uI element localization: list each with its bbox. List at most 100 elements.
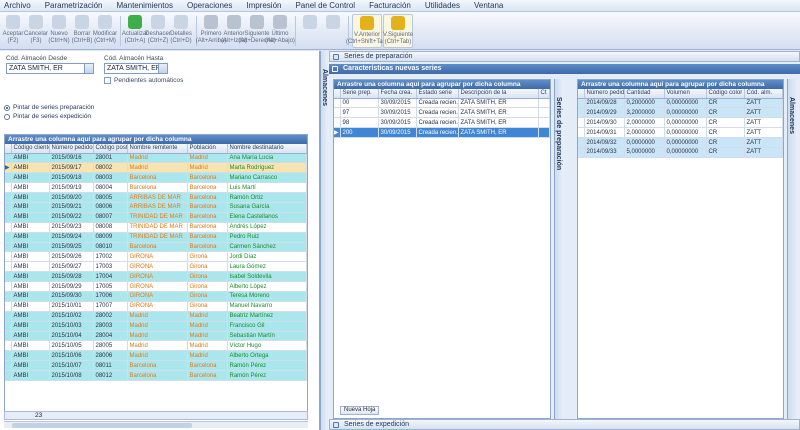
table-cell[interactable]: ZATT: [744, 137, 783, 148]
table-cell[interactable]: ZATT: [744, 107, 783, 119]
table-cell[interactable]: AMBI: [11, 281, 50, 292]
table-cell[interactable]: [538, 98, 550, 109]
table-cell[interactable]: Barcelona: [187, 182, 228, 194]
table-cell[interactable]: Madrid: [187, 321, 228, 332]
table-cell[interactable]: CR: [706, 127, 745, 139]
table-cell[interactable]: CR: [706, 98, 745, 109]
table-cell[interactable]: Isabel Soldevila: [227, 271, 307, 283]
table-cell[interactable]: 2015/09/24: [49, 232, 94, 243]
series-preparacion-header[interactable]: Series de preparación: [329, 51, 800, 62]
table-cell[interactable]: Madrid: [127, 153, 188, 164]
table-cell[interactable]: 97: [340, 107, 379, 119]
expand-icon[interactable]: [333, 422, 339, 428]
table-cell[interactable]: Madrid: [127, 350, 188, 362]
menu-item[interactable]: Ventana: [474, 1, 503, 10]
table-cell[interactable]: GIRONA: [127, 281, 188, 292]
table-row[interactable]: 98 30/09/2015 Creada recien. ZATA SMITH, ER: [334, 117, 550, 129]
table-cell[interactable]: GIRONA: [127, 271, 188, 283]
chevron-down-icon[interactable]: [84, 64, 93, 73]
table-cell[interactable]: Barcelona: [187, 232, 228, 243]
table-cell[interactable]: Elena Castellanos: [227, 212, 307, 223]
table-cell[interactable]: Luis Martí: [227, 182, 307, 194]
table-cell[interactable]: Marta Rodríguez: [227, 162, 307, 174]
table-cell[interactable]: 08012: [93, 370, 128, 381]
table-cell[interactable]: 2,0000000: [624, 127, 665, 139]
table-cell[interactable]: 0,00000000: [664, 117, 707, 129]
table-cell[interactable]: AMBI: [11, 232, 50, 243]
table-cell[interactable]: 2015/10/05: [49, 340, 94, 352]
table-cell[interactable]: 08007: [93, 212, 128, 223]
table-cell[interactable]: ZATA SMITH, ER: [458, 117, 539, 129]
table-cell[interactable]: Barcelona: [187, 222, 228, 233]
table-cell[interactable]: AMBI: [11, 212, 50, 223]
toolbar-button[interactable]: Detalles (Ctrl+D): [170, 14, 192, 48]
table-row[interactable]: 2014/09/32 0,0000000 0,00000000 CR ZATT: [578, 137, 783, 148]
table-row[interactable]: AMBI 2015/09/19 08004 Barcelona Barcelona Lui…: [5, 182, 307, 194]
table-row[interactable]: AMBI 2015/10/04 28004 Madrid Madrid Sebastián…: [5, 331, 307, 342]
table-cell[interactable]: 08005: [93, 192, 128, 203]
nueva-hoja-button[interactable]: Nueva Hoja: [340, 406, 380, 415]
table-cell[interactable]: 08002: [93, 162, 128, 174]
column-header[interactable]: Cód. alm.: [744, 89, 783, 99]
table-cell[interactable]: AMBI: [11, 331, 50, 342]
table-cell[interactable]: ZATA SMITH, ER: [458, 107, 539, 119]
series-group-panel[interactable]: Arrastre una columna aquí para agrupar p…: [334, 80, 550, 89]
table-cell[interactable]: Creada recien.: [416, 98, 459, 109]
table-cell[interactable]: 17006: [93, 291, 128, 302]
table-cell[interactable]: CR: [706, 147, 745, 158]
table-cell[interactable]: Manuel Navarro: [227, 301, 307, 312]
table-cell[interactable]: GIRONA: [127, 261, 188, 273]
series-preparacion-side-tab[interactable]: Series de preparación: [554, 79, 564, 419]
radio-preparacion[interactable]: Pintar de series preparación: [4, 103, 204, 112]
table-cell[interactable]: 2,0000000: [624, 117, 665, 129]
table-cell[interactable]: 0,2000000: [624, 98, 665, 109]
table-cell[interactable]: 28004: [93, 331, 128, 342]
table-cell[interactable]: Madrid: [127, 321, 188, 332]
column-header[interactable]: Volumen: [664, 89, 707, 99]
table-cell[interactable]: Jordi Díaz: [227, 251, 307, 263]
table-cell[interactable]: TRINIDAD DE MAR: [127, 212, 188, 223]
table-cell[interactable]: 08009: [93, 232, 128, 243]
table-cell[interactable]: 2015/09/28: [49, 271, 94, 283]
table-cell[interactable]: GIRONA: [127, 251, 188, 263]
table-cell[interactable]: 5,0000000: [624, 147, 665, 158]
table-cell[interactable]: ARRIBAS DE MAR: [127, 202, 188, 213]
table-cell[interactable]: Madrid: [187, 153, 228, 164]
table-cell[interactable]: Carmen Sánchez: [227, 242, 307, 253]
table-row[interactable]: AMBI 2015/09/30 17006 GIRONA Girona Teresa Mo…: [5, 291, 307, 302]
table-cell[interactable]: AMBI: [11, 172, 50, 184]
table-cell[interactable]: Sebastián Martín: [227, 331, 307, 342]
column-header[interactable]: Cantidad: [624, 89, 665, 99]
table-row[interactable]: AMBI 2015/09/21 08006 ARRIBAS DE MAR Barcelo…: [5, 202, 307, 213]
table-cell[interactable]: ARRIBAS DE MAR: [127, 192, 188, 203]
table-cell[interactable]: Beatriz Martínez: [227, 311, 307, 322]
table-row[interactable]: 00 30/09/2015 Creada recien. ZATA SMITH, ER: [334, 98, 550, 109]
column-header[interactable]: Estado serie: [416, 89, 459, 99]
table-cell[interactable]: AMBI: [11, 153, 50, 164]
table-cell[interactable]: Alberto Ortega: [227, 350, 307, 362]
table-cell[interactable]: AMBI: [11, 222, 50, 233]
table-row[interactable]: AMBI 2015/09/25 08010 Barcelona Barcelona Car…: [5, 242, 307, 253]
table-row[interactable]: ▶ AMBI 2015/09/17 08002 Madrid Madrid Marta Ro…: [5, 162, 307, 174]
column-header[interactable]: Ct: [538, 89, 550, 99]
table-cell[interactable]: 2015/10/02: [49, 311, 94, 322]
table-cell[interactable]: 17002: [93, 251, 128, 263]
table-cell[interactable]: 2014/09/30: [584, 117, 625, 129]
table-cell[interactable]: Creada recien.: [416, 107, 459, 119]
table-cell[interactable]: [538, 127, 550, 139]
table-cell[interactable]: 2015/09/16: [49, 153, 94, 164]
table-cell[interactable]: 30/09/2015: [378, 98, 417, 109]
table-cell[interactable]: 0,00000000: [664, 137, 707, 148]
table-cell[interactable]: 2015/09/19: [49, 182, 94, 194]
menu-item[interactable]: Archivo: [4, 1, 31, 10]
table-row[interactable]: AMBI 2015/09/29 17005 GIRONA Girona Alberto L…: [5, 281, 307, 292]
table-cell[interactable]: 2015/09/20: [49, 192, 94, 203]
table-cell[interactable]: Girona: [187, 261, 228, 273]
almacenes-side-tab[interactable]: Almacenes: [320, 51, 329, 430]
table-row[interactable]: AMBI 2015/10/03 28003 Madrid Madrid Francisco…: [5, 321, 307, 332]
table-cell[interactable]: 30/09/2015: [378, 107, 417, 119]
table-cell[interactable]: Andrés López: [227, 222, 307, 233]
table-row[interactable]: 2014/09/29 3,2000000 0,00000000 CR ZATT: [578, 107, 783, 119]
table-cell[interactable]: Barcelona: [127, 172, 188, 184]
table-cell[interactable]: 00: [340, 98, 379, 109]
